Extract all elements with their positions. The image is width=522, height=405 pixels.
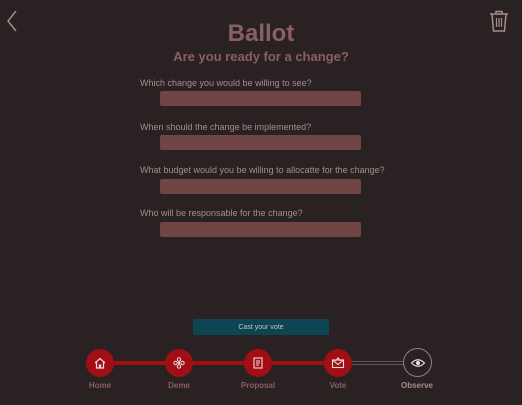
change-input[interactable] [160, 91, 361, 106]
step-home[interactable] [86, 349, 114, 377]
question-label-change: Which change you would be willing to see… [140, 78, 312, 88]
flower-icon [173, 357, 185, 369]
scroll-icon [253, 357, 263, 369]
step-home-label: Home [88, 381, 112, 390]
step-vote-label: Vote [329, 381, 347, 390]
step-deme[interactable] [165, 349, 193, 377]
step-deme-label: Deme [168, 381, 190, 390]
progress-line-done [100, 361, 338, 365]
timing-input[interactable] [160, 135, 361, 150]
question-label-budget: What budget would you be willing to allo… [140, 165, 385, 175]
page-title: Ballot [227, 20, 295, 47]
responsible-input[interactable] [160, 222, 361, 237]
home-icon [94, 357, 106, 369]
question-label-timing: When should the change be implemented? [140, 122, 312, 132]
page-subtitle: Are you ready for a change? [173, 49, 349, 64]
eye-icon [410, 358, 425, 367]
envelope-icon [331, 356, 345, 369]
question-label-responsible: Who will be responsable for the change? [140, 208, 303, 218]
cast-vote-button[interactable]: Cast your vote [193, 319, 329, 335]
step-vote[interactable] [324, 349, 352, 377]
budget-input[interactable] [160, 179, 361, 194]
step-proposal-label: Proposal [240, 381, 276, 390]
step-proposal[interactable] [244, 349, 272, 377]
ballot-screen: Ballot Are you ready for a change? Which… [0, 0, 522, 405]
step-observe[interactable] [403, 348, 432, 377]
step-observe-label: Observe [400, 381, 434, 390]
